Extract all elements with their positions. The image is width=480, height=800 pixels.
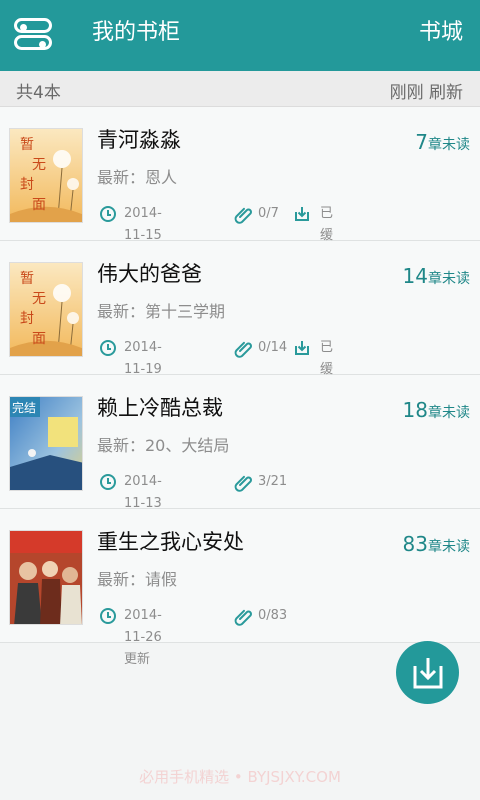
- book-cover: 暂 无 封 面: [9, 262, 83, 357]
- svg-text:面: 面: [32, 197, 46, 213]
- clock-icon: [100, 206, 116, 222]
- paperclip-icon: [234, 609, 252, 626]
- book-title: 伟大的爸爸: [97, 262, 202, 286]
- toggle-menu-icon[interactable]: [14, 16, 52, 52]
- latest-chapter: 最新：恩人: [97, 168, 178, 187]
- book-cover: 暂 无 封 面: [9, 128, 83, 223]
- cover-badge: 完结: [12, 400, 36, 415]
- clock-icon: [100, 608, 116, 624]
- book-title: 重生之我心安处: [97, 530, 244, 554]
- refresh-button[interactable]: 刚刚 刷新: [390, 78, 463, 103]
- svg-text:封: 封: [20, 177, 34, 193]
- read-progress: 3/21: [258, 474, 288, 489]
- latest-chapter: 最新：请假: [97, 570, 178, 589]
- latest-chapter: 最新：20、大结局: [97, 436, 230, 455]
- clock-icon: [100, 340, 116, 356]
- download-fab-button[interactable]: [396, 641, 459, 704]
- clock-icon: [100, 474, 116, 490]
- read-progress: 0/83: [258, 608, 288, 623]
- cover-text: 暂: [20, 271, 34, 287]
- read-progress: 0/14: [258, 340, 288, 355]
- bookstore-button[interactable]: 书城: [419, 18, 463, 48]
- book-item[interactable]: 暂 无 封 面 青河淼淼 最新：恩人 7章未读 2014-11-15更新 0/7…: [0, 107, 480, 265]
- latest-chapter: 最新：第十三学期: [97, 302, 226, 321]
- book-title: 赖上冷酷总裁: [97, 396, 223, 420]
- unread-count: 7章未读: [415, 130, 470, 154]
- paperclip-icon: [234, 207, 252, 224]
- book-title: 青河淼淼: [97, 128, 181, 152]
- download-icon: [295, 341, 309, 355]
- page-title: 我的书柜: [92, 20, 181, 45]
- svg-text:面: 面: [32, 331, 46, 347]
- unread-count: 18章未读: [402, 398, 470, 422]
- svg-text:无: 无: [32, 157, 46, 173]
- unread-count: 14章未读: [402, 264, 470, 288]
- bookshelf-list: 暂 无 封 面 青河淼淼 最新：恩人 7章未读 2014-11-15更新 0/7…: [0, 107, 480, 667]
- book-cover: [9, 530, 83, 625]
- app-header: 我的书柜 书城: [0, 0, 480, 71]
- update-date: 2014-11-26更新: [124, 608, 162, 667]
- book-count: 共4本: [16, 83, 61, 103]
- shelf-summary-bar: 共4本 刚刚 刷新: [0, 71, 480, 107]
- book-cover: 完结: [9, 396, 83, 491]
- unread-count: 83章未读: [402, 532, 470, 556]
- book-item[interactable]: 完结 赖上冷酷总裁 最新：20、大结局 18章未读 2014-11-13更新 3…: [0, 375, 480, 533]
- cover-text: 暂: [20, 137, 34, 153]
- book-item[interactable]: 暂 无 封 面 伟大的爸爸 最新：第十三学期 14章未读 2014-11-19更…: [0, 241, 480, 399]
- download-fab-icon: [413, 658, 443, 689]
- download-icon: [295, 207, 309, 221]
- paperclip-icon: [234, 341, 252, 358]
- svg-text:封: 封: [20, 311, 34, 327]
- read-progress: 0/7: [258, 206, 279, 221]
- paperclip-icon: [234, 475, 252, 492]
- book-item[interactable]: 重生之我心安处 最新：请假 83章未读 2014-11-26更新 0/83: [0, 509, 480, 667]
- watermark: 必用手机精选 • BYJSJXY.COM: [139, 768, 341, 786]
- svg-text:无: 无: [32, 291, 46, 307]
